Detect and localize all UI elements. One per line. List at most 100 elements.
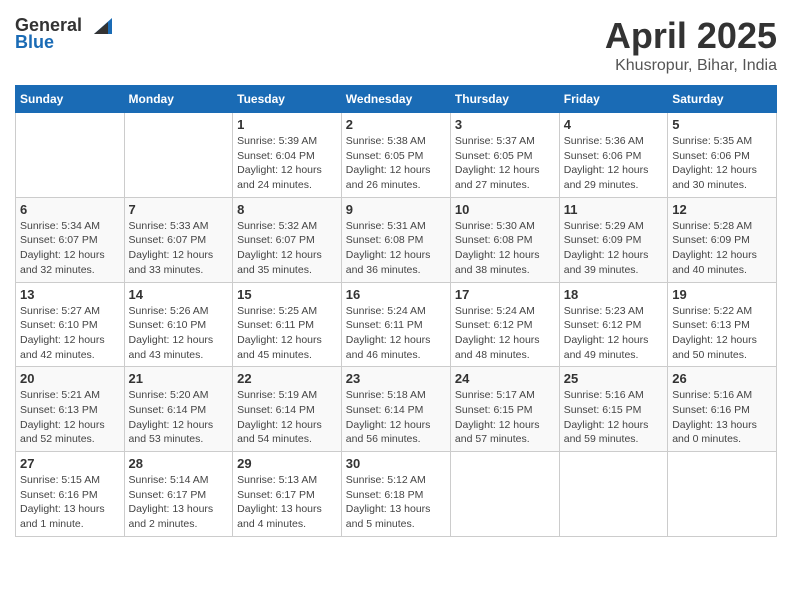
logo-blue-text: Blue <box>15 32 54 53</box>
day-number: 17 <box>455 287 555 302</box>
day-info: Sunrise: 5:32 AM Sunset: 6:07 PM Dayligh… <box>237 219 337 278</box>
day-header-wednesday: Wednesday <box>341 86 450 113</box>
day-info: Sunrise: 5:31 AM Sunset: 6:08 PM Dayligh… <box>346 219 446 278</box>
day-number: 13 <box>20 287 120 302</box>
calendar-cell: 28 Sunrise: 5:14 AM Sunset: 6:17 PM Dayli… <box>124 452 233 537</box>
day-number: 16 <box>346 287 446 302</box>
day-number: 3 <box>455 117 555 132</box>
day-info: Sunrise: 5:19 AM Sunset: 6:14 PM Dayligh… <box>237 388 337 447</box>
day-info: Sunrise: 5:15 AM Sunset: 6:16 PM Dayligh… <box>20 473 120 532</box>
day-number: 23 <box>346 371 446 386</box>
day-info: Sunrise: 5:29 AM Sunset: 6:09 PM Dayligh… <box>564 219 663 278</box>
calendar-cell <box>16 113 125 198</box>
day-info: Sunrise: 5:27 AM Sunset: 6:10 PM Dayligh… <box>20 304 120 363</box>
day-info: Sunrise: 5:23 AM Sunset: 6:12 PM Dayligh… <box>564 304 663 363</box>
day-info: Sunrise: 5:24 AM Sunset: 6:11 PM Dayligh… <box>346 304 446 363</box>
day-number: 12 <box>672 202 772 217</box>
day-info: Sunrise: 5:28 AM Sunset: 6:09 PM Dayligh… <box>672 219 772 278</box>
calendar-cell: 5 Sunrise: 5:35 AM Sunset: 6:06 PM Daylig… <box>668 113 777 198</box>
calendar-cell: 19Sunrise: 5:22 AM Sunset: 6:13 PM Dayli… <box>668 282 777 367</box>
calendar-cell: 25 Sunrise: 5:16 AM Sunset: 6:15 PM Dayli… <box>559 367 667 452</box>
day-info: Sunrise: 5:12 AM Sunset: 6:18 PM Dayligh… <box>346 473 446 532</box>
day-info: Sunrise: 5:26 AM Sunset: 6:10 PM Dayligh… <box>129 304 229 363</box>
day-number: 26 <box>672 371 772 386</box>
calendar-cell: 10Sunrise: 5:30 AM Sunset: 6:08 PM Dayli… <box>450 197 559 282</box>
day-info: Sunrise: 5:17 AM Sunset: 6:15 PM Dayligh… <box>455 388 555 447</box>
day-number: 7 <box>129 202 229 217</box>
day-info: Sunrise: 5:33 AM Sunset: 6:07 PM Dayligh… <box>129 219 229 278</box>
calendar-cell: 11 Sunrise: 5:29 AM Sunset: 6:09 PM Dayli… <box>559 197 667 282</box>
calendar-cell: 15Sunrise: 5:25 AM Sunset: 6:11 PM Dayli… <box>233 282 342 367</box>
page-header: General Blue April 2025 Khusropur, Bihar… <box>15 15 777 75</box>
day-header-saturday: Saturday <box>668 86 777 113</box>
day-header-thursday: Thursday <box>450 86 559 113</box>
title-area: April 2025 Khusropur, Bihar, India <box>605 15 777 75</box>
calendar-cell: 12 Sunrise: 5:28 AM Sunset: 6:09 PM Dayli… <box>668 197 777 282</box>
week-row-1: 1 Sunrise: 5:39 AM Sunset: 6:04 PM Daylig… <box>16 113 777 198</box>
day-info: Sunrise: 5:16 AM Sunset: 6:15 PM Dayligh… <box>564 388 663 447</box>
calendar-cell: 1 Sunrise: 5:39 AM Sunset: 6:04 PM Daylig… <box>233 113 342 198</box>
calendar-cell: 20Sunrise: 5:21 AM Sunset: 6:13 PM Dayli… <box>16 367 125 452</box>
day-number: 20 <box>20 371 120 386</box>
day-number: 18 <box>564 287 663 302</box>
day-info: Sunrise: 5:16 AM Sunset: 6:16 PM Dayligh… <box>672 388 772 447</box>
day-number: 8 <box>237 202 337 217</box>
calendar-cell: 18 Sunrise: 5:23 AM Sunset: 6:12 PM Dayli… <box>559 282 667 367</box>
calendar-cell: 9Sunrise: 5:31 AM Sunset: 6:08 PM Daylig… <box>341 197 450 282</box>
day-number: 5 <box>672 117 772 132</box>
day-number: 21 <box>129 371 229 386</box>
day-number: 27 <box>20 456 120 471</box>
day-number: 25 <box>564 371 663 386</box>
calendar-cell <box>668 452 777 537</box>
logo-icon <box>84 16 114 36</box>
calendar-cell: 4Sunrise: 5:36 AM Sunset: 6:06 PM Daylig… <box>559 113 667 198</box>
calendar-cell <box>450 452 559 537</box>
day-info: Sunrise: 5:34 AM Sunset: 6:07 PM Dayligh… <box>20 219 120 278</box>
calendar-title: April 2025 <box>605 15 777 57</box>
day-number: 4 <box>564 117 663 132</box>
week-row-2: 6 Sunrise: 5:34 AM Sunset: 6:07 PM Daylig… <box>16 197 777 282</box>
calendar-location: Khusropur, Bihar, India <box>605 57 777 75</box>
day-number: 22 <box>237 371 337 386</box>
day-info: Sunrise: 5:18 AM Sunset: 6:14 PM Dayligh… <box>346 388 446 447</box>
day-number: 24 <box>455 371 555 386</box>
day-number: 14 <box>129 287 229 302</box>
day-info: Sunrise: 5:39 AM Sunset: 6:04 PM Dayligh… <box>237 134 337 193</box>
calendar-cell: 3 Sunrise: 5:37 AM Sunset: 6:05 PM Daylig… <box>450 113 559 198</box>
day-info: Sunrise: 5:14 AM Sunset: 6:17 PM Dayligh… <box>129 473 229 532</box>
day-number: 29 <box>237 456 337 471</box>
calendar-cell: 16 Sunrise: 5:24 AM Sunset: 6:11 PM Dayli… <box>341 282 450 367</box>
calendar-cell: 29 Sunrise: 5:13 AM Sunset: 6:17 PM Dayli… <box>233 452 342 537</box>
calendar-body: 1 Sunrise: 5:39 AM Sunset: 6:04 PM Daylig… <box>16 113 777 537</box>
week-row-4: 20Sunrise: 5:21 AM Sunset: 6:13 PM Dayli… <box>16 367 777 452</box>
day-number: 1 <box>237 117 337 132</box>
calendar-cell: 7 Sunrise: 5:33 AM Sunset: 6:07 PM Daylig… <box>124 197 233 282</box>
days-header-row: SundayMondayTuesdayWednesdayThursdayFrid… <box>16 86 777 113</box>
day-info: Sunrise: 5:37 AM Sunset: 6:05 PM Dayligh… <box>455 134 555 193</box>
week-row-5: 27 Sunrise: 5:15 AM Sunset: 6:16 PM Dayli… <box>16 452 777 537</box>
calendar-cell: 17Sunrise: 5:24 AM Sunset: 6:12 PM Dayli… <box>450 282 559 367</box>
day-header-monday: Monday <box>124 86 233 113</box>
day-info: Sunrise: 5:22 AM Sunset: 6:13 PM Dayligh… <box>672 304 772 363</box>
calendar-cell: 30Sunrise: 5:12 AM Sunset: 6:18 PM Dayli… <box>341 452 450 537</box>
day-number: 15 <box>237 287 337 302</box>
day-info: Sunrise: 5:38 AM Sunset: 6:05 PM Dayligh… <box>346 134 446 193</box>
day-info: Sunrise: 5:13 AM Sunset: 6:17 PM Dayligh… <box>237 473 337 532</box>
calendar-table: SundayMondayTuesdayWednesdayThursdayFrid… <box>15 85 777 537</box>
calendar-cell: 13 Sunrise: 5:27 AM Sunset: 6:10 PM Dayli… <box>16 282 125 367</box>
day-header-friday: Friday <box>559 86 667 113</box>
calendar-cell: 21 Sunrise: 5:20 AM Sunset: 6:14 PM Dayli… <box>124 367 233 452</box>
day-number: 28 <box>129 456 229 471</box>
calendar-cell <box>124 113 233 198</box>
calendar-header: SundayMondayTuesdayWednesdayThursdayFrid… <box>16 86 777 113</box>
calendar-cell: 23 Sunrise: 5:18 AM Sunset: 6:14 PM Dayli… <box>341 367 450 452</box>
calendar-cell: 6 Sunrise: 5:34 AM Sunset: 6:07 PM Daylig… <box>16 197 125 282</box>
day-info: Sunrise: 5:20 AM Sunset: 6:14 PM Dayligh… <box>129 388 229 447</box>
calendar-cell: 24 Sunrise: 5:17 AM Sunset: 6:15 PM Dayli… <box>450 367 559 452</box>
calendar-cell: 8 Sunrise: 5:32 AM Sunset: 6:07 PM Daylig… <box>233 197 342 282</box>
logo: General Blue <box>15 15 114 53</box>
day-number: 6 <box>20 202 120 217</box>
day-number: 11 <box>564 202 663 217</box>
calendar-cell <box>559 452 667 537</box>
day-info: Sunrise: 5:35 AM Sunset: 6:06 PM Dayligh… <box>672 134 772 193</box>
